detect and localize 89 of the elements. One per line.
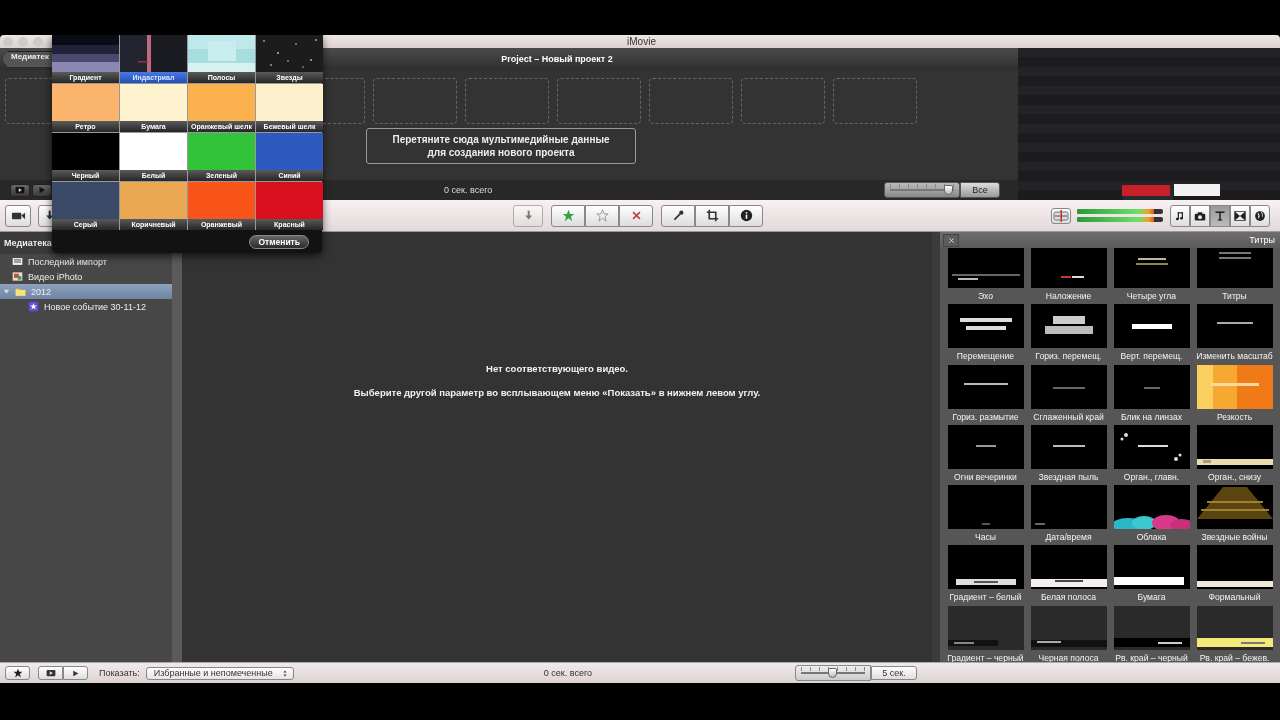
play-icon <box>14 185 26 195</box>
panel-title: Титры <box>1249 235 1275 245</box>
duration-button[interactable]: 5 сек. <box>871 666 917 680</box>
title-style-option[interactable]: Звездные войны <box>1193 483 1276 544</box>
close-icon <box>946 235 956 245</box>
slider-thumb[interactable] <box>943 185 953 195</box>
maps-button[interactable] <box>1250 204 1270 227</box>
window-title: iMovie <box>626 35 657 48</box>
title-style-option[interactable]: Огни вечеринки <box>944 422 1027 484</box>
favorites-button[interactable] <box>5 666 30 680</box>
title-style-option[interactable]: Облака <box>1110 483 1193 544</box>
title-style-option[interactable]: Наложение <box>1027 248 1110 303</box>
title-style-option[interactable]: Звездная пыль <box>1027 422 1110 484</box>
bowtie-icon <box>1234 209 1246 222</box>
unmark-button[interactable] <box>585 204 619 227</box>
cancel-button[interactable]: Отменить <box>249 234 309 249</box>
voiceover-button[interactable] <box>1051 207 1071 224</box>
title-style-option[interactable]: Гориз. перемещ. <box>1027 302 1110 363</box>
title-style-option[interactable]: Титры <box>1193 248 1276 303</box>
title-style-option[interactable]: Рв. край – бежев. <box>1193 603 1276 662</box>
show-dropdown[interactable]: Избранные и непомеченные <box>145 666 294 680</box>
slider-thumb[interactable] <box>828 668 837 678</box>
photos-button[interactable] <box>1190 204 1210 227</box>
sidebar-item[interactable]: Последний импорт <box>0 254 172 269</box>
title-style-option[interactable]: Блик на линзах <box>1110 362 1193 423</box>
play-icon <box>37 185 47 195</box>
play-icon <box>44 668 57 678</box>
title-style-option[interactable]: Черная полоса <box>1027 603 1110 662</box>
star-outline-icon <box>595 209 609 222</box>
title-style-option[interactable]: Верт. перемещ. <box>1110 302 1193 363</box>
folder-icon <box>15 286 26 297</box>
close-button[interactable] <box>943 233 959 247</box>
eyedropper-button[interactable] <box>661 204 695 227</box>
title-style-option[interactable]: Эхо <box>944 248 1027 303</box>
list-icon <box>12 256 23 267</box>
play-button[interactable] <box>63 666 88 680</box>
empty-message: Нет соответствующего видео. <box>486 363 628 374</box>
text-tool-icon <box>1214 209 1226 222</box>
title-style-option[interactable]: Перемещение <box>944 302 1027 363</box>
zoom-slider[interactable] <box>890 184 954 196</box>
title-style-option[interactable]: Градиент – белый <box>944 543 1027 604</box>
title-style-option[interactable]: Формальный <box>1193 543 1276 604</box>
crop-icon <box>705 209 719 222</box>
info-icon <box>739 209 753 222</box>
music-note-icon <box>1174 209 1186 222</box>
transitions-button[interactable] <box>1230 204 1250 227</box>
play-icon <box>71 668 80 678</box>
photo-album-icon <box>12 271 23 282</box>
title-style-option[interactable]: Рв. край – черный <box>1110 603 1193 662</box>
title-style-option[interactable]: Белая полоса <box>1027 543 1110 604</box>
total-duration: 0 сек. всего <box>444 185 493 195</box>
title-style-option[interactable]: Изменить масштаб <box>1193 302 1276 363</box>
music-button[interactable] <box>1170 204 1190 227</box>
reject-button[interactable] <box>619 204 653 227</box>
title-style-option[interactable]: Часы <box>944 483 1027 544</box>
title-style-option[interactable]: Орган., снизу <box>1193 422 1276 484</box>
zoom-slider[interactable] <box>801 667 865 679</box>
sidebar-item[interactable]: Видео iPhoto <box>0 269 172 284</box>
title-style-option[interactable]: Резкость <box>1193 362 1276 423</box>
play-button[interactable] <box>32 183 52 197</box>
title-style-option[interactable]: Бумага <box>1110 543 1193 604</box>
title-style-option[interactable]: Градиент – черный <box>944 603 1027 662</box>
empty-message: Выберите другой параметр во всплывающем меню «Показать» в нижнем левом углу. <box>353 387 761 398</box>
globe-icon <box>1254 209 1266 222</box>
total-duration: 0 сек. всего <box>543 668 592 678</box>
play-fullscreen-button[interactable] <box>38 666 63 680</box>
title-style-option[interactable]: Дата/время <box>1027 483 1110 544</box>
star-icon <box>12 668 23 678</box>
star-badge-icon <box>28 301 39 312</box>
favorite-button[interactable] <box>551 204 585 227</box>
star-icon <box>561 209 575 222</box>
camera-button[interactable] <box>5 204 31 227</box>
sidebar-item[interactable]: Новое событие 30-11-12 <box>0 299 172 314</box>
voiceover-icon <box>1053 207 1069 224</box>
close-icon <box>630 210 642 221</box>
project-title: Project – Новый проект 2 <box>500 54 614 64</box>
title-style-option[interactable]: Орган., главн. <box>1110 422 1193 484</box>
info-button[interactable] <box>729 204 763 227</box>
title-style-option[interactable]: Сглаженный край <box>1027 362 1110 423</box>
eyedropper-icon <box>671 209 685 222</box>
crop-button[interactable] <box>695 204 729 227</box>
show-label: Показать: <box>99 668 140 678</box>
edit-button[interactable] <box>513 204 543 227</box>
photo-camera-icon <box>1194 209 1206 222</box>
titles-button[interactable] <box>1210 204 1230 227</box>
title-style-option[interactable]: Гориз. размытие <box>944 362 1027 423</box>
show-all-button[interactable]: Все <box>960 182 1000 198</box>
title-style-option[interactable]: Четыре угла <box>1110 248 1193 303</box>
drop-hint: Перетяните сюда мультимедийные данные для создания нового проекта <box>366 128 636 164</box>
